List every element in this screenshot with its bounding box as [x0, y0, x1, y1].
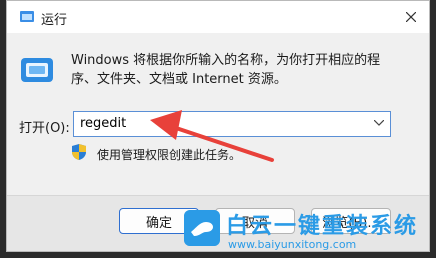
watermark: 白云一键重装系统 www.baiyunxitong.com — [182, 208, 434, 256]
admin-privilege-note: 使用管理权限创建此任务。 — [97, 148, 242, 162]
open-label: 打开(O): — [19, 121, 70, 136]
command-input-value[interactable]: regedit — [80, 116, 126, 131]
uac-shield-icon — [72, 144, 86, 160]
run-program-icon — [21, 58, 53, 82]
watermark-url: www.baiyunxitong.com — [228, 238, 357, 251]
command-combobox[interactable]: regedit — [73, 111, 391, 137]
run-app-icon — [20, 11, 34, 22]
close-icon — [406, 12, 416, 22]
bird-logo-icon — [184, 210, 220, 246]
window-title: 运行 — [41, 13, 68, 28]
title-bar: 运行 — [7, 1, 429, 33]
watermark-title: 白云一键重装系统 — [226, 214, 419, 239]
chevron-down-icon[interactable] — [374, 120, 384, 126]
close-button[interactable] — [397, 3, 425, 31]
run-description: Windows 将根据你所输入的名称，为你打开相应的程序、文件夹、文档或 Int… — [71, 53, 381, 87]
